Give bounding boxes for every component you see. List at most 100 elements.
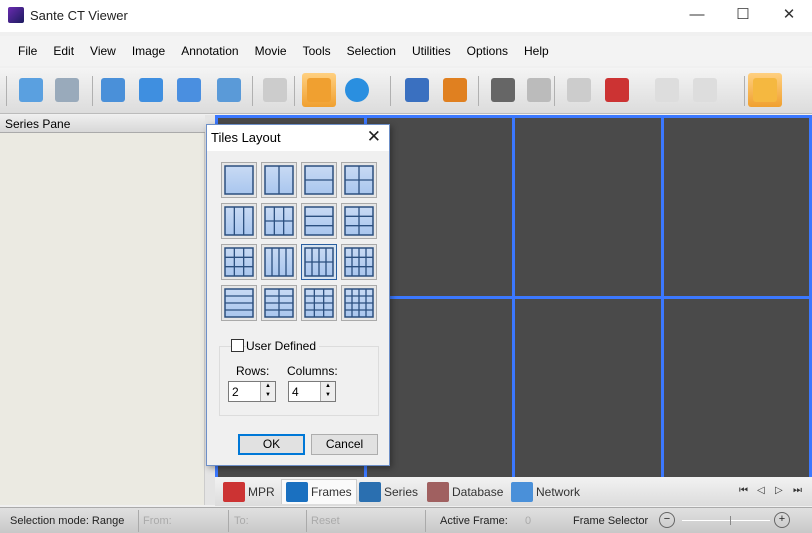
- menu-movie[interactable]: Movie: [255, 44, 287, 58]
- layout-2x4-button[interactable]: [301, 244, 337, 280]
- maximize-button[interactable]: ☐: [720, 0, 766, 32]
- viewer-tile[interactable]: [661, 296, 812, 480]
- tab-frames[interactable]: Frames: [281, 479, 357, 504]
- folders-icon-button[interactable]: [172, 73, 206, 107]
- menu-help[interactable]: Help: [524, 44, 549, 58]
- settings-monitor-icon-button[interactable]: [302, 73, 336, 107]
- viewer-tile[interactable]: [661, 115, 812, 299]
- tab-network[interactable]: Network: [507, 479, 584, 504]
- link-break-icon-button[interactable]: [438, 73, 472, 107]
- dialog-title-bar: Tiles Layout ✕: [207, 125, 389, 151]
- network-icon: [511, 481, 533, 502]
- active-frame-value: 0: [525, 515, 532, 527]
- tab-mpr[interactable]: MPR: [219, 479, 279, 504]
- tiles-layout-dialog: Tiles Layout ✕ User Defined Rows: Column…: [206, 124, 390, 466]
- rows-value: 2: [232, 385, 239, 399]
- search-icon-button[interactable]: [14, 73, 48, 107]
- ok-button[interactable]: OK: [238, 434, 305, 455]
- series-pane: Series Pane: [0, 115, 205, 505]
- tab-series[interactable]: Series: [355, 479, 422, 504]
- layout-3x1-button[interactable]: [301, 203, 337, 239]
- hand-icon-button[interactable]: [748, 73, 782, 107]
- layout-2x2-button[interactable]: [341, 162, 377, 198]
- viewer-tile[interactable]: [512, 296, 664, 480]
- layout-1x2-button[interactable]: [261, 162, 297, 198]
- rows-label: Rows:: [236, 364, 270, 378]
- info-icon-button[interactable]: [340, 73, 374, 107]
- shrink-icon-button[interactable]: [650, 73, 684, 107]
- layout-3x2-button[interactable]: [341, 203, 377, 239]
- menu-annotation[interactable]: Annotation: [181, 44, 238, 58]
- folder-file-icon-button[interactable]: [96, 73, 130, 107]
- cabinet-icon-button[interactable]: [212, 73, 246, 107]
- mpr-icon: [223, 481, 245, 502]
- dialog-title: Tiles Layout: [211, 130, 281, 145]
- zoom-in-button[interactable]: +: [774, 512, 790, 528]
- selection-mode: Selection mode: Range: [10, 515, 125, 527]
- view-tabs: MPR Frames Series Database Network ⏮ ◁ ▷ ⏭: [215, 477, 812, 506]
- menu-options[interactable]: Options: [467, 44, 508, 58]
- folder-icon-button[interactable]: [134, 73, 168, 107]
- frame-slider[interactable]: [682, 520, 770, 521]
- layout-3x3-button[interactable]: [221, 244, 257, 280]
- toolbar: [0, 68, 812, 114]
- spin-arrows-icon[interactable]: ▲ ▼: [260, 382, 275, 401]
- series-pane-title: Series Pane: [0, 115, 205, 133]
- active-frame-label: Active Frame:: [440, 515, 508, 527]
- from-field: From:: [143, 515, 172, 527]
- next-icon[interactable]: ▷: [775, 485, 783, 496]
- viewer-tile[interactable]: [512, 115, 664, 299]
- frame-selector-label: Frame Selector: [573, 515, 649, 527]
- tab-database[interactable]: Database: [423, 479, 507, 504]
- tab-label: Database: [452, 484, 504, 499]
- minimize-button[interactable]: —: [674, 0, 720, 32]
- menu-image[interactable]: Image: [132, 44, 165, 58]
- menu-tools[interactable]: Tools: [303, 44, 331, 58]
- tab-label: Series: [384, 484, 419, 499]
- spin-arrows-icon[interactable]: ▲ ▼: [320, 382, 335, 401]
- menu-selection[interactable]: Selection: [347, 44, 396, 58]
- first-icon[interactable]: ⏮: [739, 485, 748, 496]
- stack-icon-button[interactable]: [522, 73, 556, 107]
- expand-icon-button[interactable]: [688, 73, 722, 107]
- rows-spinner[interactable]: 2 ▲ ▼: [228, 381, 276, 402]
- reset-button[interactable]: Reset: [311, 515, 340, 527]
- crosshair-icon-button[interactable]: [562, 73, 596, 107]
- color-palette-icon-button[interactable]: [600, 73, 634, 107]
- close-button[interactable]: ✕: [766, 0, 812, 32]
- cd-icon-button[interactable]: [50, 73, 84, 107]
- layout-4x4-button[interactable]: [341, 285, 377, 321]
- menu-bar: File Edit View Image Annotation Movie Tools Sel…: [0, 36, 812, 66]
- frame-slider-thumb[interactable]: [730, 516, 731, 525]
- frames-icon: [286, 482, 308, 502]
- link-icon-button[interactable]: [400, 73, 434, 107]
- dialog-close-button[interactable]: ✕: [367, 127, 381, 147]
- layout-4x3-button[interactable]: [301, 285, 337, 321]
- cancel-button[interactable]: Cancel: [311, 434, 378, 455]
- layout-4x2-button[interactable]: [261, 285, 297, 321]
- last-icon[interactable]: ⏭: [793, 485, 802, 496]
- layout-1x1-button[interactable]: [221, 162, 257, 198]
- status-bar: Selection mode: Range From: To: Reset Ac…: [0, 507, 812, 533]
- layout-4x1-button[interactable]: [221, 285, 257, 321]
- tab-label: Frames: [311, 485, 352, 499]
- user-defined-label: User Defined: [246, 339, 320, 353]
- columns-spinner[interactable]: 4 ▲ ▼: [288, 381, 336, 402]
- layout-2x3-button[interactable]: [261, 203, 297, 239]
- layout-1x4-button[interactable]: [261, 244, 297, 280]
- menu-utilities[interactable]: Utilities: [412, 44, 451, 58]
- to-field: To:: [234, 515, 249, 527]
- layout-2x1-button[interactable]: [301, 162, 337, 198]
- zoom-out-button[interactable]: −: [659, 512, 675, 528]
- document-icon-button[interactable]: [258, 73, 292, 107]
- layout-3x4-button[interactable]: [341, 244, 377, 280]
- menu-view[interactable]: View: [90, 44, 116, 58]
- menu-file[interactable]: File: [18, 44, 37, 58]
- layout-1x3-button[interactable]: [221, 203, 257, 239]
- eye-icon-button[interactable]: [486, 73, 520, 107]
- menu-edit[interactable]: Edit: [53, 44, 74, 58]
- user-defined-checkbox[interactable]: [231, 339, 244, 352]
- tab-label: MPR: [248, 484, 275, 499]
- prev-icon[interactable]: ◁: [757, 485, 765, 496]
- columns-label: Columns:: [287, 364, 338, 378]
